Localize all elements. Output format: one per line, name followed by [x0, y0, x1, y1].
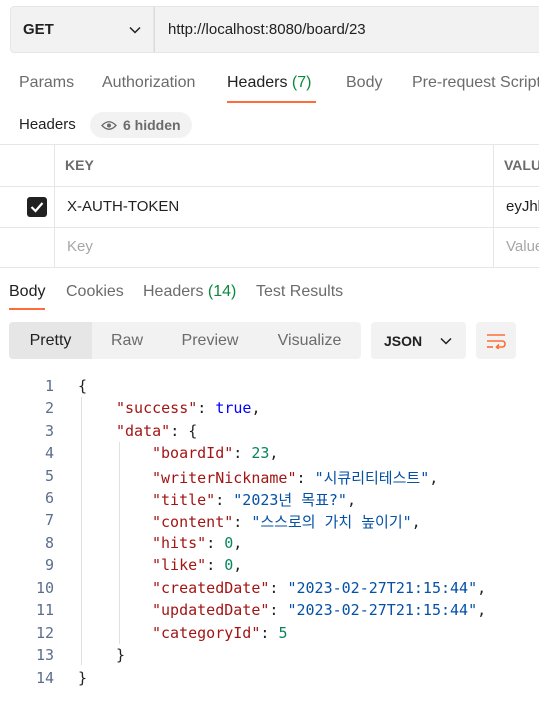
code-line: "content": "스스로의 가치 높이기", — [152, 513, 421, 531]
code-line: "updatedDate": "2023-02-27T21:15:44", — [152, 601, 487, 619]
tab-params[interactable]: Params — [19, 74, 74, 92]
json-key: "title" — [152, 491, 216, 509]
line-number: 2 — [44, 399, 54, 417]
chevron-down-icon — [440, 337, 452, 345]
code-line: "success": true, — [116, 399, 261, 417]
response-tab-cookies[interactable]: Cookies — [66, 283, 124, 301]
tab-headers-count: (7) — [291, 74, 312, 91]
json-key: "hits" — [152, 534, 207, 552]
line-number: 9 — [44, 556, 54, 574]
wrap-lines-icon — [487, 333, 506, 349]
wrap-lines-button[interactable] — [476, 322, 516, 359]
column-header-value: VALUE — [504, 157, 539, 173]
table-divider — [0, 267, 539, 268]
response-tab-headers[interactable]: Headers (14) — [143, 283, 236, 301]
json-value: 0 — [224, 556, 234, 574]
indent-guide — [81, 397, 82, 665]
format-select[interactable]: JSON — [371, 322, 466, 359]
headers-section-label: Headers — [19, 116, 76, 133]
header-value-cell[interactable]: eyJhbG — [506, 198, 539, 215]
json-key: "createdDate" — [152, 579, 270, 597]
line-number: 4 — [44, 444, 54, 462]
method-select[interactable]: GET — [10, 6, 154, 53]
json-value: 5 — [278, 624, 288, 642]
json-value: "시큐리티테스트" — [314, 469, 430, 487]
code-line: "data": { — [116, 422, 198, 440]
code-line: "categoryId": 5 — [152, 624, 288, 642]
header-key-cell[interactable]: X-AUTH-TOKEN — [67, 198, 179, 215]
code-line: { — [78, 377, 88, 395]
json-value: true — [215, 399, 252, 417]
code-line: "title": "2023년 목표?", — [152, 491, 356, 509]
table-divider — [0, 227, 539, 228]
json-value: "2023년 목표?" — [233, 491, 347, 509]
json-key: "categoryId" — [152, 624, 261, 642]
url-input[interactable]: http://localhost:8080/board/23 — [154, 6, 539, 53]
response-active-tab-indicator — [9, 308, 45, 310]
new-value-input[interactable]: Value — [506, 238, 539, 255]
method-label: GET — [23, 21, 54, 38]
line-number: 13 — [35, 646, 54, 664]
column-header-key: KEY — [65, 157, 94, 173]
line-number: 1 — [44, 377, 54, 395]
view-raw-button[interactable]: Raw — [92, 322, 162, 359]
line-number: 7 — [44, 511, 54, 529]
json-value: 0 — [224, 534, 234, 552]
view-mode-group: Pretty Raw Preview Visualize — [9, 322, 361, 359]
code-line: } — [78, 669, 88, 687]
json-key: "success" — [116, 399, 198, 417]
json-key: "updatedDate" — [152, 601, 270, 619]
response-tab-body[interactable]: Body — [9, 283, 45, 301]
table-divider — [0, 186, 539, 187]
table-col-divider — [54, 144, 55, 268]
view-pretty-button[interactable]: Pretty — [9, 322, 92, 359]
code-line: "createdDate": "2023-02-27T21:15:44", — [152, 579, 487, 597]
line-number: 6 — [44, 489, 54, 507]
checkmark-icon — [30, 202, 44, 213]
line-number: 5 — [44, 467, 54, 485]
response-headers-label: Headers — [143, 283, 208, 300]
response-headers-count: (14) — [207, 283, 237, 300]
json-value: "2023-02-27T21:15:44" — [287, 579, 478, 597]
tab-headers[interactable]: Headers (7) — [227, 74, 311, 92]
format-label: JSON — [384, 332, 423, 349]
json-key: "boardId" — [152, 444, 234, 462]
json-value: 23 — [251, 444, 270, 462]
line-number: 11 — [35, 601, 54, 619]
header-enabled-checkbox[interactable] — [27, 197, 47, 217]
chevron-down-icon — [129, 26, 141, 34]
view-preview-button[interactable]: Preview — [162, 322, 258, 359]
hidden-count-label: 6 hidden — [123, 117, 181, 133]
json-value: "스스로의 가치 높이기" — [251, 513, 412, 531]
line-number: 10 — [35, 579, 54, 597]
eye-icon — [101, 120, 117, 130]
tab-authorization[interactable]: Authorization — [102, 74, 195, 92]
hidden-headers-toggle[interactable]: 6 hidden — [90, 112, 192, 138]
response-tab-test-results[interactable]: Test Results — [256, 283, 343, 301]
json-key: "like" — [152, 556, 207, 574]
code-line: "writerNickname": "시큐리티테스트", — [152, 469, 439, 487]
tab-headers-label: Headers — [227, 74, 292, 91]
table-border-top — [0, 144, 539, 145]
line-number: 12 — [35, 624, 54, 642]
code-line: "like": 0, — [152, 556, 243, 574]
line-number: 8 — [44, 534, 54, 552]
json-key: "data" — [116, 422, 171, 440]
view-visualize-button[interactable]: Visualize — [258, 322, 361, 359]
indent-guide — [119, 442, 120, 644]
new-key-input[interactable]: Key — [67, 238, 93, 255]
json-key: "content" — [152, 513, 234, 531]
code-line: } — [116, 646, 126, 664]
line-number: 3 — [44, 422, 54, 440]
line-number: 14 — [35, 669, 54, 687]
json-key: "writerNickname" — [152, 469, 297, 487]
tab-pre-request-script[interactable]: Pre-request Script — [412, 74, 539, 92]
code-line: "hits": 0, — [152, 534, 243, 552]
json-value: "2023-02-27T21:15:44" — [287, 601, 478, 619]
table-col-divider — [493, 144, 494, 268]
active-tab-indicator — [227, 101, 316, 103]
code-line: "boardId": 23, — [152, 444, 279, 462]
tab-body[interactable]: Body — [346, 74, 382, 92]
